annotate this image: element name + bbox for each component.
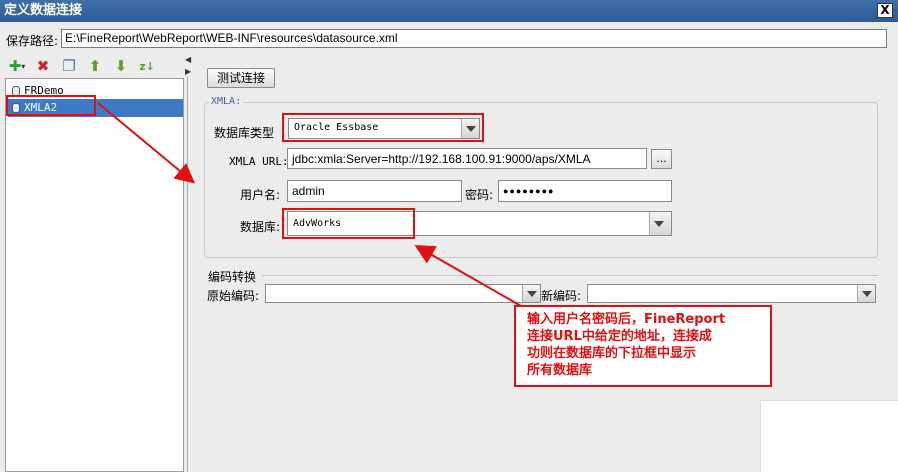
database-icon xyxy=(12,86,20,96)
database-label: 数据库: xyxy=(240,220,281,234)
chevron-down-icon[interactable] xyxy=(857,285,875,302)
database-value: AdvWorks xyxy=(293,218,342,229)
username-label: 用户名: xyxy=(240,188,281,202)
window-title: 定义数据连接 xyxy=(4,3,83,18)
new-encoding-label: 新编码: xyxy=(541,289,582,303)
browse-button[interactable]: ... xyxy=(651,149,672,169)
save-path-bar: 保存路径: E:\FineReport\WebReport\WEB-INF\re… xyxy=(0,28,898,50)
password-label: 密码: xyxy=(465,188,494,202)
chevron-down-icon[interactable] xyxy=(649,212,671,235)
sort-icon[interactable]: z↓ xyxy=(136,56,158,76)
original-encoding-select[interactable] xyxy=(265,284,541,303)
encoding-group-title: 编码转换 xyxy=(208,270,257,284)
xmla-url-field[interactable]: jdbc:xmla:Server=http://192.168.100.91:9… xyxy=(287,148,647,169)
database-select[interactable]: AdvWorks xyxy=(287,211,672,236)
chevron-down-icon[interactable] xyxy=(522,285,540,302)
panel-splitter[interactable]: ◀ ▶ xyxy=(184,55,192,472)
list-item-frdemo[interactable]: FRDemo xyxy=(8,82,183,100)
delete-icon[interactable]: ✖ xyxy=(32,56,54,76)
xmla-group-title: XMLA: xyxy=(209,96,244,107)
blank-panel xyxy=(760,400,898,472)
list-item-label: FRDemo xyxy=(24,84,64,97)
new-encoding-select[interactable] xyxy=(587,284,876,303)
move-up-icon[interactable]: ⬆ xyxy=(84,56,106,76)
connection-list: FRDemo XMLA2 xyxy=(5,78,184,472)
original-encoding-label: 原始编码: xyxy=(207,289,260,303)
expand-right-icon[interactable]: ▶ xyxy=(185,67,191,76)
window-titlebar: 定义数据连接 X xyxy=(0,0,898,22)
username-field[interactable]: admin xyxy=(287,180,462,202)
move-down-icon[interactable]: ⬇ xyxy=(110,56,132,76)
encoding-divider xyxy=(262,275,878,276)
test-connection-button[interactable]: 测试连接 xyxy=(207,68,275,88)
xmla-url-label: XMLA URL: xyxy=(229,155,289,168)
database-icon xyxy=(12,103,20,113)
annotation-note: 输入用户名密码后，FineReport 连接URL中给定的地址，连接成 功则在数… xyxy=(514,305,772,387)
db-type-select[interactable]: Oracle Essbase xyxy=(288,118,480,139)
add-icon[interactable]: ✚ ▾ xyxy=(6,56,28,76)
save-path-field[interactable]: E:\FineReport\WebReport\WEB-INF\resource… xyxy=(61,29,887,48)
list-item-xmla2[interactable]: XMLA2 xyxy=(8,99,183,117)
list-item-label: XMLA2 xyxy=(24,101,58,114)
db-type-label: 数据库类型 xyxy=(214,126,275,140)
chevron-down-icon[interactable] xyxy=(461,119,479,138)
password-field[interactable]: ●●●●●●●● xyxy=(498,180,672,202)
db-type-value: Oracle Essbase xyxy=(294,122,379,133)
collapse-left-icon[interactable]: ◀ xyxy=(185,55,191,64)
connection-toolbar: ✚ ▾ ✖ ❐ ⬆ ⬇ z↓ xyxy=(6,55,158,77)
save-path-label: 保存路径: xyxy=(6,34,59,48)
close-button[interactable]: X xyxy=(877,3,893,18)
copy-icon[interactable]: ❐ xyxy=(58,56,80,76)
